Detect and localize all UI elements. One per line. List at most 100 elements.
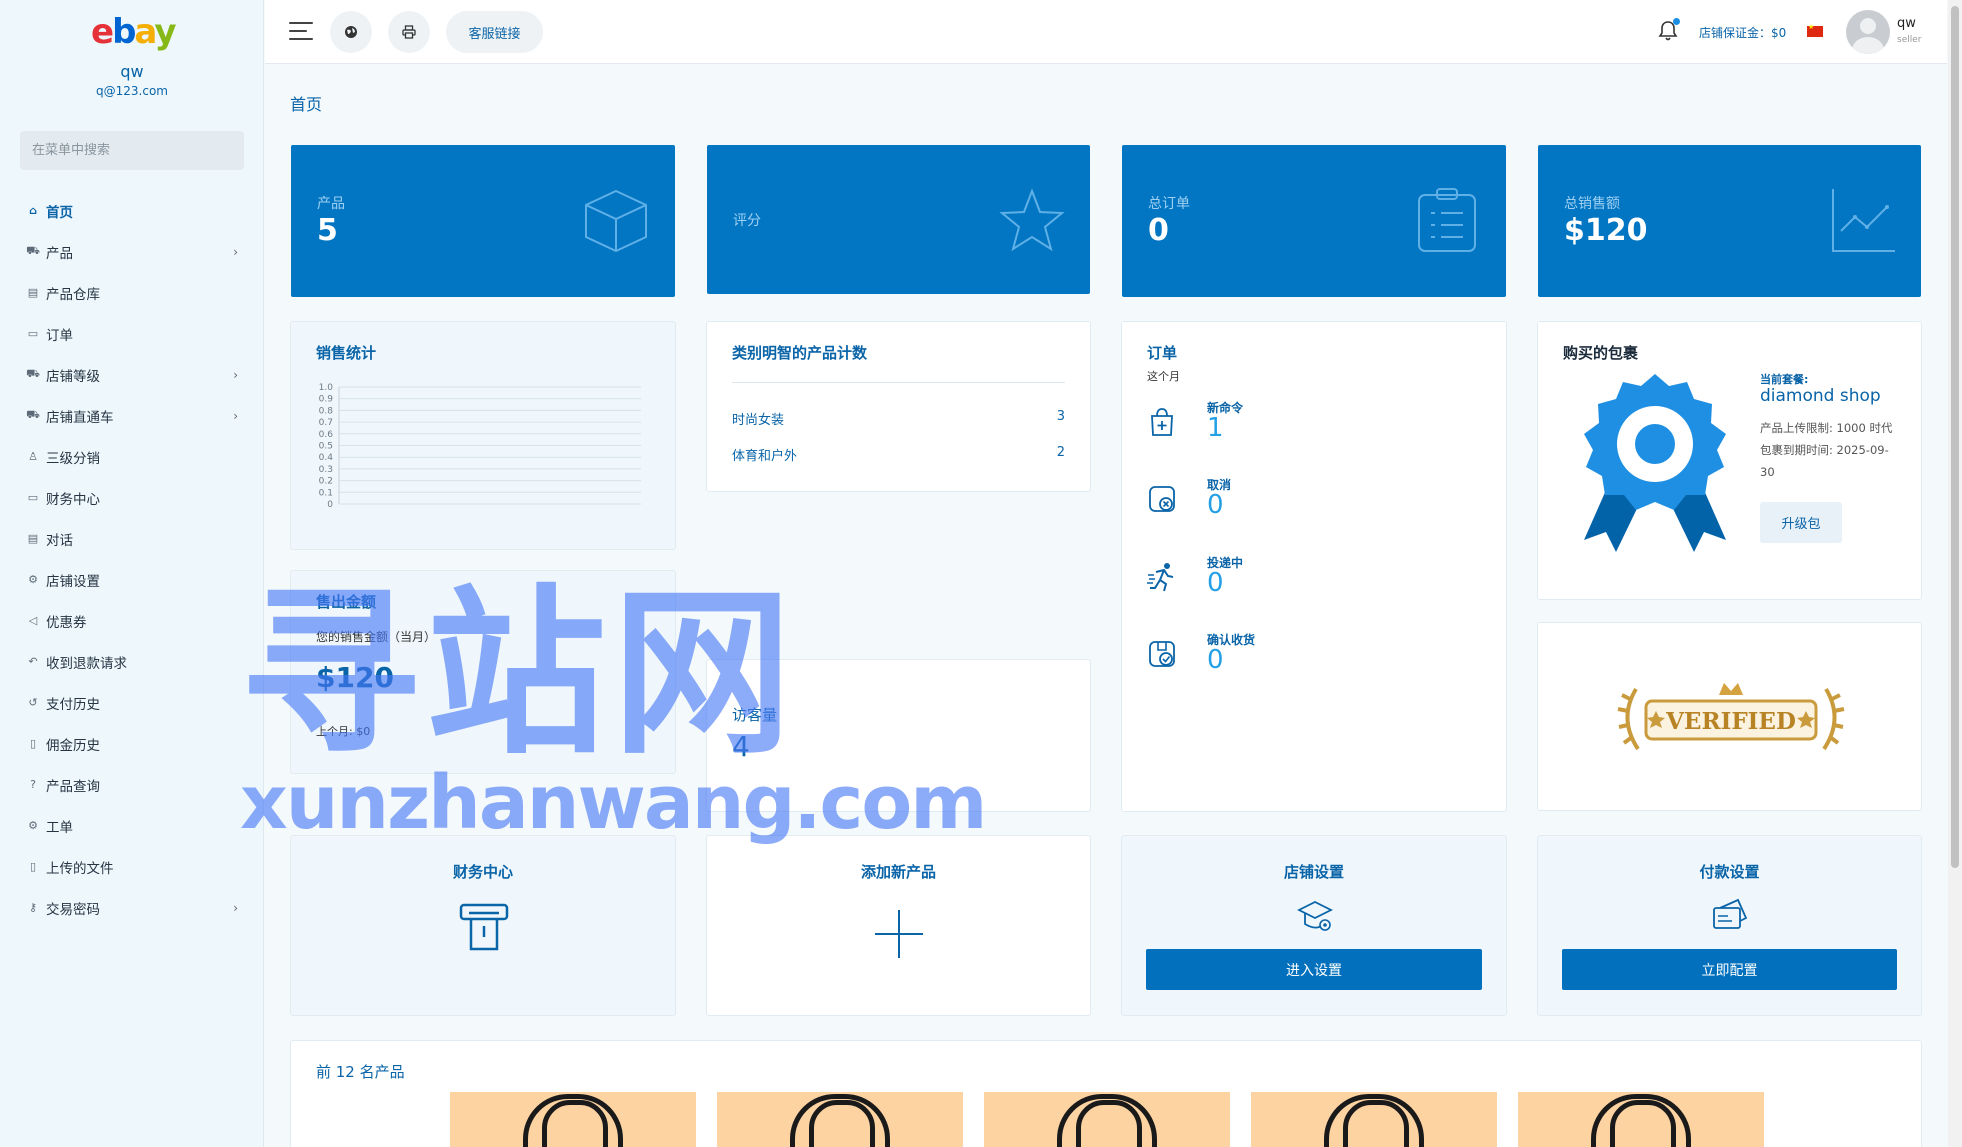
logo-letter: e [91,12,114,52]
card-title: 类别明智的产品计数 [732,344,868,362]
package-upload-limit: 产品上传限制: 1000 时代 [1760,421,1893,435]
sidebar-item-label: 佣金历史 [46,737,100,754]
page-title: 首页 [290,95,323,114]
enter-settings-button[interactable]: 进入设置 [1146,949,1482,990]
ebay-logo[interactable]: ebay [91,12,177,52]
stat-value: 0 [1148,213,1169,248]
menu-toggle-icon[interactable] [289,22,313,42]
configure-now-button[interactable]: 立即配置 [1562,949,1897,990]
sidebar-item-shop-express[interactable]: ⛟ 店铺直通车 › [0,395,264,436]
category-row[interactable]: 时尚女装 3 [732,409,1065,428]
sidebar-item-shop-settings[interactable]: ⚙ 店铺设置 [0,559,264,600]
megaphone-icon: ◁ [28,614,38,627]
sidebar-item-label: 优惠券 [46,614,87,631]
cart-icon: ⛟ [26,408,40,421]
stat-label: 总销售额 [1564,196,1620,212]
sales-last-month: 上个月: $0 [316,725,371,738]
reply-icon: ↶ [28,655,38,668]
sidebar-item-trade-password[interactable]: ⚷ 交易密码 › [0,887,264,928]
product-thumbnail[interactable] [1518,1092,1764,1147]
support-link-button[interactable]: 客服链接 [446,11,543,53]
product-thumbnail[interactable] [717,1092,963,1147]
file-icon: ▯ [29,737,37,750]
card-icon [1713,898,1748,929]
sidebar-item-label: 订单 [46,327,73,344]
category-name: 体育和户外 [732,449,798,464]
visitors-value: 4 [732,730,750,763]
award-badge-icon [1584,374,1726,552]
sidebar-item-label: 财务中心 [46,491,100,508]
sidebar-item-tickets[interactable]: ⚙ 工单 [0,805,264,846]
sidebar-item-label: 上传的文件 [46,860,114,877]
category-row[interactable]: 体育和户外 2 [732,445,1065,464]
notification-bell[interactable] [1658,18,1680,42]
stat-card-total-sales[interactable]: 总销售额 $120 [1538,145,1921,297]
stat-card-rating[interactable]: 评分 [707,145,1090,294]
order-row-value: 1 [1207,413,1224,443]
order-icon: ▭ [27,327,39,340]
gear-icon: ⚙ [28,573,38,586]
header-user-name[interactable]: qw [1897,16,1916,31]
order-row-value: 0 [1207,490,1224,520]
product-thumbnail[interactable] [450,1092,696,1147]
orders-card: 订单 这个月 新命令 1 取消 0 投递中 0 确认收货 0 [1121,321,1507,812]
chart-y-tick-label: 0.3 [319,465,333,475]
product-thumbnail[interactable] [1251,1092,1497,1147]
sidebar: ebay qw q@123.com ⌂ 首页 ⛟ 产品 › ▤ 产品仓库 ▭ 订单 ⛟ 店铺… [0,0,264,1147]
card-title: 售出金额 [316,593,377,611]
sales-amount-subtitle: 您的销售金额（当月） [316,630,437,644]
app: ebay qw q@123.com ⌂ 首页 ⛟ 产品 › ▤ 产品仓库 ▭ 订单 ⛟ 店铺… [0,0,1962,1147]
sidebar-item-coupons[interactable]: ◁ 优惠券 [0,600,264,641]
shop-settings-icon [1297,900,1333,931]
chart-y-tick-label: 0.2 [319,477,333,487]
plus-icon [875,910,923,958]
package-card: 购买的包裹 当前套餐: diamond shop 产品上传限制: 1000 时代… [1537,321,1922,600]
cancel-icon [1149,486,1175,512]
card-title: 付款设置 [1699,863,1760,881]
sidebar-item-product-query[interactable]: ? 产品查询 [0,764,264,805]
stat-value: 5 [317,213,338,248]
scrollbar-thumb[interactable] [1951,6,1959,868]
upgrade-package-button[interactable]: 升级包 [1760,502,1842,543]
runner-icon [1147,563,1174,592]
card-title: 订单 [1147,344,1178,362]
sidebar-item-shop-level[interactable]: ⛟ 店铺等级 › [0,354,264,395]
avatar[interactable] [1846,10,1890,54]
sidebar-item-refunds[interactable]: ↶ 收到退款请求 [0,641,264,682]
page-scrollbar[interactable] [1948,0,1962,1147]
sales-stats-card: 销售统计 1.0 0.9 0.8 0.7 0.6 0.5 0.4 0.3 0.2 0.1 0 [290,321,676,550]
sidebar-item-products[interactable]: ⛟ 产品 › [0,231,264,272]
sidebar-item-orders[interactable]: ▭ 订单 [0,313,264,354]
chart-y-tick-label: 0.4 [319,453,334,463]
sidebar-item-home[interactable]: ⌂ 首页 [0,190,264,231]
china-flag-icon[interactable] [1807,23,1823,37]
globe-button[interactable] [330,11,372,53]
stat-card-total-orders[interactable]: 总订单 0 [1122,145,1506,297]
header-user-role: seller [1897,35,1922,45]
visitors-label: 访客量 [732,706,778,724]
sidebar-item-uploaded-files[interactable]: ▯ 上传的文件 [0,846,264,887]
category-count: 2 [1056,445,1065,460]
chart-y-tick-label: 0 [327,500,333,510]
sidebar-item-payment-history[interactable]: ↺ 支付历史 [0,682,264,723]
finance-center-card[interactable]: 财务中心 [290,835,676,1016]
category-count: 3 [1056,409,1065,424]
gear-icon: ⚙ [28,819,38,832]
product-thumbnail[interactable] [984,1092,1230,1147]
sidebar-item-warehouse[interactable]: ▤ 产品仓库 [0,272,264,313]
sidebar-item-label: 店铺等级 [46,368,100,385]
package-current-label: 当前套餐: [1760,373,1809,386]
card-title: 前 12 名产品 [316,1063,405,1081]
sidebar-item-chat[interactable]: ▤ 对话 [0,518,264,559]
package-name: diamond shop [1760,386,1881,406]
question-icon: ? [30,778,36,791]
sidebar-item-distribution[interactable]: ♙ 三级分销 [0,436,264,477]
sidebar-item-finance[interactable]: ▭ 财务中心 [0,477,264,518]
print-button[interactable] [388,11,430,53]
stat-card-products[interactable]: 产品 5 [291,145,675,297]
chevron-right-icon: › [233,367,238,382]
clipboard-icon [1418,188,1476,252]
add-product-card[interactable]: 添加新产品 [706,835,1091,1016]
sidebar-item-commission-history[interactable]: ▯ 佣金历史 [0,723,264,764]
menu-search-input[interactable] [20,131,244,170]
